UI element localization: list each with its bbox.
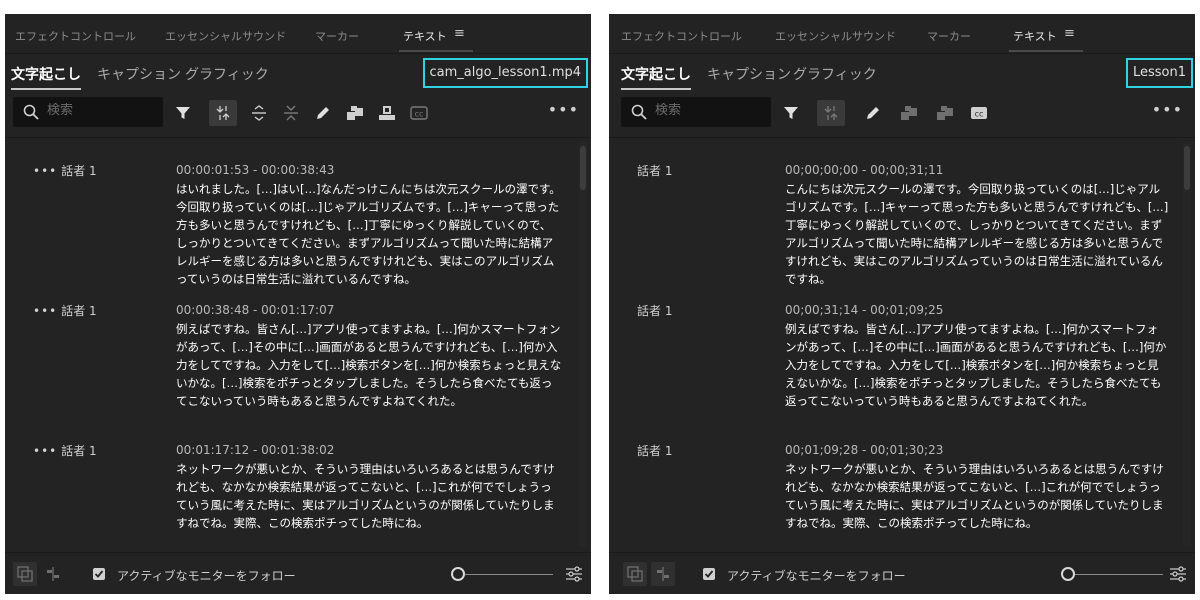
text-sub-tabs: 文字起こし キャプション グラフィック (609, 60, 1195, 94)
search-input[interactable] (655, 103, 765, 118)
tab-text[interactable]: テキスト (1009, 28, 1083, 52)
search-icon (631, 104, 647, 124)
transcript-list: 話者 1 00;00;00;00 - 00;00;31;11 こんにちは次元スク… (609, 140, 1195, 550)
transcript-list: ••• 話者 1 00:00:01:53 - 00:00:38:43 はいれました… (5, 140, 591, 550)
tab-essential-sound[interactable]: エッセンシャルサウンド (165, 28, 286, 44)
align-icon[interactable] (651, 562, 675, 586)
merge-icon[interactable] (817, 100, 845, 126)
panel-footer: アクティブなモニターをフォロー (5, 552, 591, 594)
transcript-entry[interactable]: ••• 話者 1 00:00:38:48 - 00:01:17:07 例えばですね… (5, 294, 577, 424)
edit-icon[interactable] (309, 100, 337, 126)
timecode: 00:00:01:53 - 00:00:38:43 (176, 163, 335, 177)
speaker-label[interactable]: 話者 1 (637, 302, 672, 319)
tab-graphics[interactable]: グラフィック (185, 64, 269, 84)
zoom-slider-handle[interactable] (451, 567, 465, 581)
transcript-entry[interactable]: ••• 話者 1 00:00:01:53 - 00:00:38:43 はいれました… (5, 154, 577, 286)
zoom-slider-track[interactable] (1075, 574, 1163, 575)
tab-transcript[interactable]: 文字起こし (11, 64, 81, 90)
tab-markers[interactable]: マーカー (927, 28, 971, 44)
settings-sliders-icon[interactable] (1169, 565, 1187, 587)
split-icon[interactable] (245, 100, 273, 126)
transcript-entry[interactable]: ••• 話者 1 00:01:17:12 - 00:01:38:02 ネットワーク… (5, 434, 577, 544)
transcript-text[interactable]: ネットワークが悪いとか、そういう理由はいろいろあるとは思うんですけれども、なかな… (785, 460, 1169, 532)
align-icon[interactable] (41, 562, 65, 586)
transcript-text[interactable]: こんにちは次元スクールの澤です。今回取り扱っていくのは[…]じゃアルゴリズムです… (785, 180, 1169, 288)
speaker-icon[interactable] (895, 100, 923, 126)
merge-icon[interactable] (209, 100, 237, 126)
search-input[interactable] (47, 103, 157, 118)
transcript-text[interactable]: はいれました。[…]はい[…]なんだっけこんにちは次元スクールの澤です。今回取り… (176, 180, 562, 288)
speaker-label[interactable]: 話者 1 (637, 162, 672, 179)
sync-icon[interactable] (13, 562, 37, 586)
panel-menu-icon[interactable]: ≡ (454, 27, 465, 40)
panel-tab-bar: エフェクトコントロール エッセンシャルサウンド マーカー テキスト ≡ (5, 14, 591, 54)
export-icon[interactable] (373, 100, 401, 126)
filter-icon[interactable] (169, 100, 197, 126)
panel-tab-bar: エフェクトコントロール エッセンシャルサウンド マーカー テキスト ≡ (609, 14, 1195, 54)
scroll-thumb[interactable] (1184, 146, 1190, 190)
svg-text:cc: cc (975, 110, 984, 119)
more-icon[interactable]: ••• (33, 444, 57, 458)
cc-icon[interactable]: cc (965, 100, 993, 126)
timecode: 00;00;00;00 - 00;00;31;11 (785, 163, 944, 177)
transcript-toolbar: cc ••• (609, 94, 1195, 138)
more-options-icon[interactable]: ••• (548, 100, 579, 119)
panel-menu-icon[interactable]: ≡ (1064, 27, 1075, 40)
edit-icon[interactable] (859, 100, 887, 126)
timecode: 00;01;09;28 - 00;01;30;23 (785, 443, 944, 457)
timecode: 00:00:38:48 - 00:01:17:07 (176, 303, 335, 317)
collapse-icon[interactable] (277, 100, 305, 126)
scroll-thumb[interactable] (580, 146, 586, 190)
scrollbar[interactable] (579, 142, 587, 546)
tab-captions[interactable]: キャプション (707, 64, 791, 84)
transcript-panel-right: エフェクトコントロール エッセンシャルサウンド マーカー テキスト ≡ 文字起こ… (609, 14, 1195, 594)
zoom-slider-track[interactable] (465, 574, 553, 575)
transcript-text[interactable]: 例えばですね。皆さん[…]アプリ使ってますよね。[…]何かスマートフォンがあって… (176, 320, 562, 410)
filter-icon[interactable] (777, 100, 805, 126)
tab-effect-controls[interactable]: エフェクトコントロール (621, 28, 742, 44)
speaker-icon[interactable] (341, 100, 369, 126)
tab-captions[interactable]: キャプション (97, 64, 181, 84)
more-options-icon[interactable]: ••• (1152, 100, 1183, 119)
transcript-entry[interactable]: 話者 1 00;01;09;28 - 00;01;30;23 ネットワークが悪い… (609, 434, 1181, 544)
speaker-icon[interactable] (931, 100, 959, 126)
search-box[interactable] (13, 97, 163, 127)
panel-footer: アクティブなモニターをフォロー (609, 552, 1195, 594)
speaker-label[interactable]: ••• 話者 1 (33, 442, 97, 459)
follow-monitor-checkbox[interactable] (703, 568, 715, 580)
timecode: 00;00;31;14 - 00;01;09;25 (785, 303, 944, 317)
search-box[interactable] (621, 97, 771, 127)
source-file-label: cam_algo_lesson1.mp4 (422, 58, 588, 88)
transcript-panel-left: エフェクトコントロール エッセンシャルサウンド マーカー テキスト ≡ 文字起こ… (5, 14, 591, 594)
tab-essential-sound[interactable]: エッセンシャルサウンド (775, 28, 896, 44)
timecode: 00:01:17:12 - 00:01:38:02 (176, 443, 335, 457)
tab-transcript[interactable]: 文字起こし (621, 64, 691, 90)
follow-monitor-label: アクティブなモニターをフォロー (727, 569, 906, 583)
more-icon[interactable]: ••• (33, 164, 57, 178)
speaker-label[interactable]: ••• 話者 1 (33, 302, 97, 319)
source-file-label: Lesson1 (1125, 58, 1193, 88)
transcript-text[interactable]: 例えばですね。皆さん[…]アプリ使ってますよね。[…]何かスマートフォンがあって… (785, 320, 1169, 410)
transcript-toolbar: cc ••• (5, 94, 591, 138)
cc-icon[interactable]: cc (405, 100, 433, 126)
transcript-entry[interactable]: 話者 1 00;00;31;14 - 00;01;09;25 例えばですね。皆さ… (609, 294, 1181, 424)
zoom-slider-handle[interactable] (1061, 567, 1075, 581)
svg-text:cc: cc (415, 110, 424, 119)
tab-text[interactable]: テキスト (399, 28, 473, 52)
transcript-entry[interactable]: 話者 1 00;00;00;00 - 00;00;31;11 こんにちは次元スク… (609, 154, 1181, 286)
settings-sliders-icon[interactable] (565, 565, 583, 587)
follow-monitor-label: アクティブなモニターをフォロー (117, 569, 296, 583)
more-icon[interactable]: ••• (33, 304, 57, 318)
follow-monitor-checkbox[interactable] (93, 568, 105, 580)
transcript-text[interactable]: ネットワークが悪いとか、そういう理由はいろいろあるとは思うんですけれども、なかな… (176, 460, 562, 532)
sync-icon[interactable] (623, 562, 647, 586)
tab-effect-controls[interactable]: エフェクトコントロール (15, 28, 136, 44)
scrollbar[interactable] (1183, 142, 1191, 546)
tab-markers[interactable]: マーカー (315, 28, 359, 44)
speaker-label[interactable]: 話者 1 (637, 442, 672, 459)
search-icon (23, 104, 39, 124)
tab-graphics[interactable]: グラフィック (793, 64, 877, 84)
speaker-label[interactable]: ••• 話者 1 (33, 162, 97, 179)
